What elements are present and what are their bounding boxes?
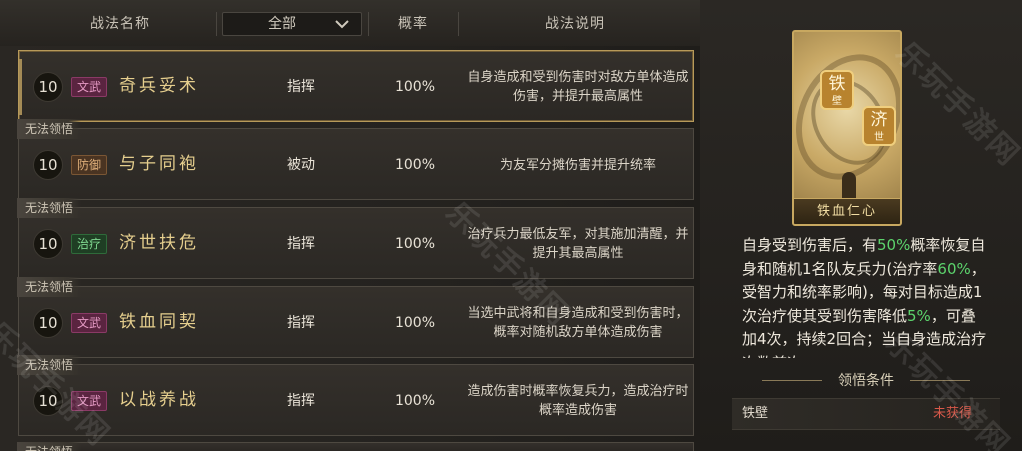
condition-row: 铁壁 未获得: [732, 398, 1000, 430]
header-divider: [368, 12, 369, 36]
seal-sub-char: 壁: [832, 96, 842, 107]
filter-value: 全部: [268, 16, 296, 32]
skill-category-tag: 文武: [71, 313, 108, 333]
skill-rate: 100%: [394, 236, 436, 252]
desc-text: 自身受到伤害后，有: [742, 236, 878, 254]
condition-name: 铁壁: [742, 406, 769, 421]
skill-rate: 100%: [394, 79, 436, 95]
skill-detail-description: 自身受到伤害后，有50%概率恢复自身和随机1名队友兵力(治疗率60%，受智力和统…: [742, 234, 988, 358]
skill-name: 济世扶危: [119, 233, 199, 253]
skill-type: 指挥: [287, 315, 315, 331]
header-rate: 概率: [398, 16, 428, 32]
condition-status: 未获得: [932, 406, 972, 421]
skill-category-tag: 文武: [71, 77, 108, 97]
skill-row[interactable]: 无法领悟: [17, 442, 694, 451]
skill-category-tag: 防御: [71, 155, 108, 175]
skill-row[interactable]: 10 文武 奇兵妥术 指挥 100% 自身造成和受到伤害时对敌方单体造成伤害，并…: [18, 50, 694, 122]
title-rule: [910, 380, 970, 381]
skill-rate: 100%: [394, 157, 436, 173]
learn-conditions-label: 领悟条件: [838, 373, 894, 389]
cannot-learn-label: 无法领悟: [17, 355, 82, 375]
header-skill-name: 战法名称: [90, 16, 150, 32]
cannot-learn-label: 无法领悟: [17, 119, 82, 139]
skill-category-tag: 文武: [71, 391, 108, 411]
cannot-learn-label: 无法领悟: [17, 198, 82, 218]
skill-type: 指挥: [287, 236, 315, 252]
skill-rate: 100%: [394, 315, 436, 331]
desc-highlight: 5%: [907, 306, 931, 325]
seal-main-char: 济: [870, 110, 888, 130]
skill-name: 铁血同契: [119, 312, 199, 332]
skill-row[interactable]: 无法领悟 10 文武 以战养战 指挥 100% 造成伤害时概率恢复兵力，造成治疗…: [17, 355, 694, 436]
header-divider: [458, 12, 459, 36]
learn-conditions-title: 领悟条件: [732, 370, 1000, 392]
desc-highlight: 60%: [937, 259, 971, 278]
seal-sub-char: 世: [874, 132, 884, 143]
skill-level-badge: 10: [33, 229, 63, 259]
skill-row[interactable]: 无法领悟 10 文武 铁血同契 指挥 100% 当选中武将和自身造成和受到伤害时…: [17, 277, 694, 358]
seal-badge-iron-wall: 铁 壁: [820, 70, 854, 110]
skill-type: 指挥: [287, 393, 315, 409]
skill-level-badge: 10: [33, 150, 63, 180]
chevron-down-icon: [335, 20, 349, 29]
skill-level-badge: 10: [33, 72, 63, 102]
skill-description: 治疗兵力最低友军，对其施加清醒，并提升其最高属性: [467, 227, 689, 261]
type-filter-dropdown[interactable]: 全部: [222, 12, 362, 36]
skill-row[interactable]: 无法领悟 10 防御 与子同袍 被动 100% 为友军分摊伤害并提升统率: [17, 119, 694, 200]
skill-card: 铁 壁 济 世 铁血仁心: [792, 30, 902, 226]
warrior-figure: [842, 172, 856, 200]
skill-description: 为友军分摊伤害并提升统率: [499, 157, 656, 173]
header-divider: [216, 12, 217, 36]
cannot-learn-label: 无法领悟: [17, 442, 82, 451]
header-description: 战法说明: [545, 16, 605, 32]
skill-description: 自身造成和受到伤害时对敌方单体造成伤害，并提升最高属性: [467, 70, 689, 104]
skill-name: 与子同袍: [119, 154, 199, 174]
row-accent: [19, 59, 22, 115]
skill-type: 被动: [287, 157, 315, 173]
skill-level-badge: 10: [33, 308, 63, 338]
skill-table-header: 战法名称 全部 概率 战法说明: [0, 0, 700, 46]
skill-name: 奇兵妥术: [119, 76, 199, 96]
skill-level-badge: 10: [33, 386, 63, 416]
skill-type: 指挥: [287, 79, 315, 95]
card-title: 铁血仁心: [794, 198, 900, 224]
skill-category-tag: 治疗: [71, 234, 108, 254]
skill-name: 以战养战: [119, 390, 199, 410]
skill-description: 造成伤害时概率恢复兵力，造成治疗时概率造成伤害: [467, 384, 689, 418]
skill-rate: 100%: [394, 393, 436, 409]
cannot-learn-label: 无法领悟: [17, 277, 82, 297]
skill-row[interactable]: 无法领悟 10 治疗 济世扶危 指挥 100% 治疗兵力最低友军，对其施加清醒，…: [17, 198, 694, 279]
seal-main-char: 铁: [828, 74, 846, 94]
skill-description: 当选中武将和自身造成和受到伤害时，概率对随机敌方单体造成伤害: [467, 306, 689, 340]
desc-highlight: 50%: [877, 236, 911, 254]
seal-badge-relief: 济 世: [862, 106, 896, 146]
title-rule: [762, 380, 822, 381]
